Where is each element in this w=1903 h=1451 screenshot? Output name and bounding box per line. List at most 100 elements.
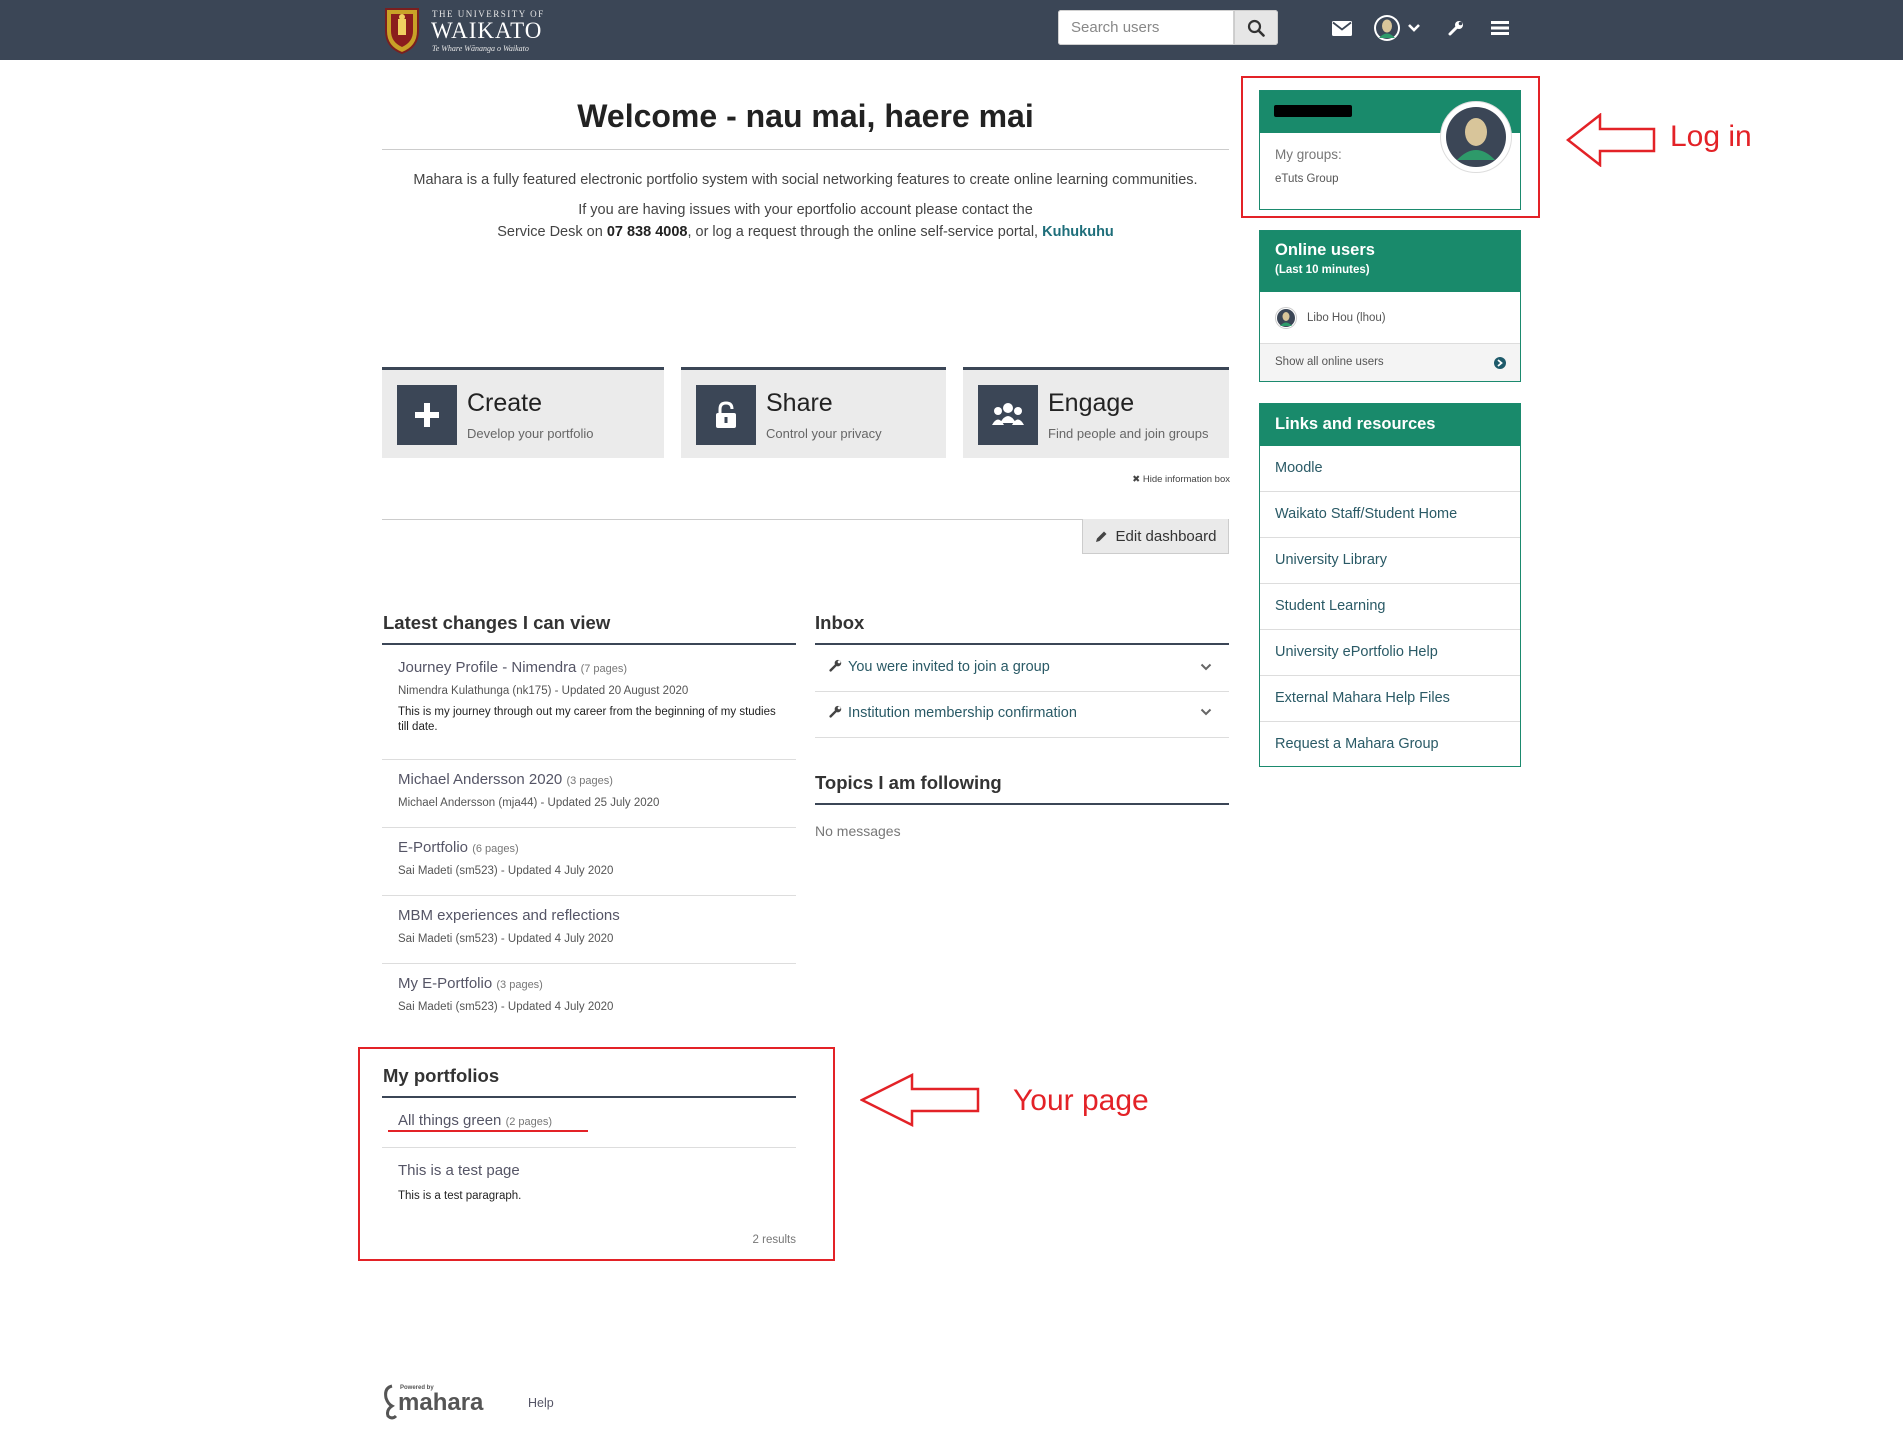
list-item-title[interactable]: Journey Profile - Nimendra (7 pages) [398,659,627,676]
engage-subtitle: Find people and join groups [1048,426,1209,441]
link-moodle[interactable]: Moodle [1260,446,1520,492]
portfolio-title: Michael Andersson 2020 [398,771,563,788]
service-desk-phone: 07 838 4008 [606,224,688,240]
issues-prefix: Service Desk on [497,224,607,240]
logo-line-2: WAIKATO [431,18,543,43]
list-item-title[interactable]: MBM experiences and reflections [398,907,620,924]
wrench-icon [1448,21,1463,36]
engage-title: Engage [1048,389,1135,417]
chevron-down-icon[interactable] [1200,707,1212,717]
user-menu-avatar[interactable] [1372,14,1402,42]
issues-text-line-2: Service Desk on 07 838 4008, or log a re… [382,224,1229,240]
create-title: Create [467,389,543,417]
link-eportfolio-help[interactable]: University ePortfolio Help [1260,630,1520,676]
plus-icon [415,403,439,427]
crest-icon [385,8,419,55]
topics-empty-message: No messages [815,823,901,839]
university-logo[interactable]: THE UNIVERSITY OF WAIKATO Te Whare Wānan… [382,5,547,55]
divider [382,149,1229,150]
create-subtitle: Develop your portfolio [467,426,594,441]
online-users-panel: Online users (Last 10 minutes) Libo Hou … [1259,230,1521,382]
inbox-button[interactable] [1330,14,1354,42]
chevron-down-icon [1408,24,1420,32]
intro-text: Mahara is a fully featured electronic po… [413,172,1198,188]
online-users-header: Online users (Last 10 minutes) [1260,231,1520,292]
arrow-left-icon [860,1073,980,1127]
arrow-circle-right-icon [1494,357,1506,369]
user-search [1058,10,1278,45]
list-item-title[interactable]: E-Portfolio (6 pages) [398,839,519,856]
link-university-library[interactable]: University Library [1260,538,1520,584]
link-mahara-help-files[interactable]: External Mahara Help Files [1260,676,1520,722]
close-icon: ✖ [1132,474,1143,485]
mahara-logo-mark: Powered by mahara [384,1384,484,1420]
login-highlight-box [1241,76,1540,218]
portfolio-title: E-Portfolio [398,839,469,856]
page-count: (7 pages) [580,663,628,675]
edit-dashboard-button[interactable]: Edit dashboard [1082,519,1229,554]
user-avatar-icon [1275,307,1297,329]
share-icon-box [696,385,756,445]
online-user-name: Libo Hou (lhou) [1307,312,1386,324]
inbox-item[interactable]: You were invited to join a group [829,659,1050,675]
inbox-item-label: Institution membership confirmation [848,705,1077,721]
share-title: Share [766,389,833,417]
list-item-title[interactable]: My E-Portfolio (3 pages) [398,975,543,992]
show-all-label: Show all online users [1275,356,1384,368]
pencil-icon [1095,531,1107,542]
online-users-title: Online users [1275,241,1375,259]
inbox-title: Inbox [815,612,865,633]
link-request-mahara-group[interactable]: Request a Mahara Group [1260,722,1520,768]
link-waikato-home[interactable]: Waikato Staff/Student Home [1260,492,1520,538]
links-resources-title: Links and resources [1260,404,1520,446]
link-student-learning[interactable]: Student Learning [1260,584,1520,630]
row-separator [815,691,1229,692]
portfolio-title: MBM experiences and reflections [398,907,620,924]
user-avatar-icon [1374,15,1400,41]
hide-information-label: Hide information box [1142,474,1230,485]
show-all-online-users-link[interactable]: Show all online users [1260,343,1520,381]
list-item-title[interactable]: Michael Andersson 2020 (3 pages) [398,771,613,788]
mahara-logo[interactable]: Powered by mahara [382,1380,502,1425]
section-underline [815,803,1229,805]
list-item-meta: Michael Andersson (mja44) - Updated 25 J… [398,797,660,809]
page-title: Welcome - nau mai, haere mai [577,98,1034,134]
issues-text-line-1: If you are having issues with your eport… [578,202,1033,218]
edit-dashboard-label: Edit dashboard [1115,527,1217,545]
main-menu-button[interactable] [1488,14,1512,42]
inbox-item[interactable]: Institution membership confirmation [829,705,1077,721]
engage-feature-box[interactable]: Engage Find people and join groups [963,367,1229,458]
footer-help-link[interactable]: Help [528,1396,554,1410]
portfolio-title: My E-Portfolio [398,975,493,992]
topics-title: Topics I am following [815,772,1002,793]
chevron-down-icon[interactable] [1200,662,1212,672]
kuhukuhu-link[interactable]: Kuhukuhu [1042,224,1114,240]
issues-middle: , or log a request through the online se… [687,224,1043,240]
unlock-icon [716,401,736,428]
list-item-meta: Sai Madeti (sm523) - Updated 4 July 2020 [398,865,614,877]
arrow-left-icon [1566,113,1656,167]
user-menu-toggle[interactable] [1404,14,1424,42]
menu-icon [1491,21,1509,35]
row-separator [382,895,796,896]
search-input[interactable] [1058,10,1234,45]
create-feature-box[interactable]: Create Develop your portfolio [382,367,664,458]
page-count: (3 pages) [496,979,543,991]
links-resources-panel: Links and resources Moodle Waikato Staff… [1259,403,1521,767]
page-count: (6 pages) [472,843,519,855]
your-page-highlight-box [358,1047,835,1261]
portfolio-title: Journey Profile - Nimendra [398,659,577,676]
wrench-icon [829,659,842,672]
share-subtitle: Control your privacy [766,426,882,441]
create-icon-box [397,385,457,445]
admin-tools-button[interactable] [1444,14,1468,42]
mahara-wordmark: mahara [398,1389,484,1416]
row-separator [815,737,1229,738]
hide-information-box-link[interactable]: ✖ Hide information box [1120,474,1230,485]
search-button[interactable] [1234,10,1278,45]
share-feature-box[interactable]: Share Control your privacy [681,367,946,458]
latest-changes-title: Latest changes I can view [383,612,611,633]
list-item-meta: Sai Madeti (sm523) - Updated 4 July 2020 [398,1001,614,1013]
online-user-item[interactable]: Libo Hou (lhou) [1275,307,1386,329]
inbox-item-label: You were invited to join a group [848,659,1050,675]
